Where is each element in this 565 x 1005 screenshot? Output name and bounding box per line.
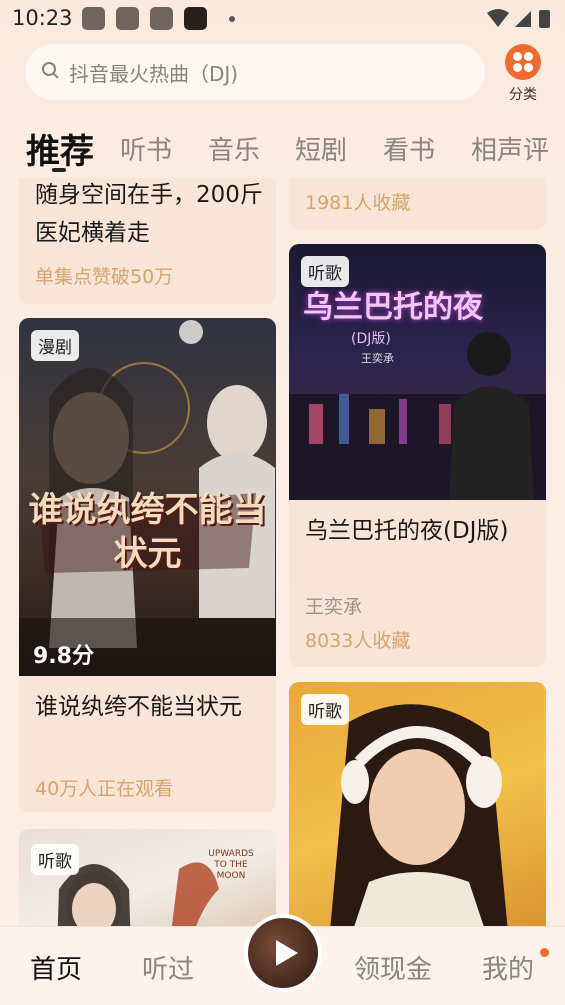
drama-poster: 谁说纨绔不能当状元 [19,318,276,676]
card-artist: 王奕承 [305,596,363,618]
card-meta: 1981人收藏 [305,192,411,214]
feed-card[interactable]: 谁说纨绔不能当状元 漫剧 9.8分 谁说纨绔不能当状元 40万人正在观看 [19,318,276,812]
grid-icon [505,44,541,80]
tab-recommend[interactable]: 推荐 [26,124,94,173]
category-label: 分类 [509,87,537,103]
feed-card[interactable]: 1981人收藏 [289,178,546,230]
notification-icon [116,7,139,30]
notification-icon [150,7,173,30]
tab-short-drama[interactable]: 短剧 [295,130,347,167]
nav-history[interactable]: 听过 [142,949,194,986]
notification-icon [184,7,207,30]
tab-books[interactable]: 看书 [383,130,435,167]
player-button[interactable] [244,914,322,992]
status-bar: 10:23 [0,0,565,38]
feed-card[interactable]: 听歌 [289,682,546,926]
tab-audiobook[interactable]: 听书 [120,130,172,167]
card-title: 随身空间在手，200斤医妃横着走 [35,182,263,246]
active-tab-indicator [52,168,66,172]
feed-card[interactable]: 乌兰巴托的夜 (DJ版) 王奕承 听歌 乌兰巴托的夜(DJ版) 王奕承 8033… [289,244,546,667]
card-meta: 40万人正在观看 [35,778,174,800]
content-feed[interactable]: 随身空间在手，200斤医妃横着走 单集点赞破50万 谁说纨绔不能当状元 漫剧 9… [0,178,565,926]
rating-score: 9.8分 [33,644,94,669]
album-sub-art: (DJ版) [351,331,391,347]
notification-dot [540,948,549,957]
tab-music[interactable]: 音乐 [208,130,260,167]
nav-mine[interactable]: 我的 [482,949,534,986]
tab-bar: 推荐 听书 音乐 短剧 看书 相声评 [0,120,565,176]
play-icon [276,940,298,966]
now-playing-disc [248,918,318,988]
album-artist-art: 王奕承 [361,352,394,365]
album-title-art: 乌兰巴托的夜 [303,290,483,325]
card-meta: 8033人收藏 [305,630,411,652]
search-bar[interactable]: 抖音最火热曲（DJ) [25,44,485,100]
search-icon [42,62,59,79]
signal-battery-icon [487,9,550,28]
nav-home[interactable]: 首页 [30,949,82,986]
more-notifications-icon [229,16,235,22]
nav-cash[interactable]: 领现金 [354,949,432,986]
card-title: 谁说纨绔不能当状元 [35,694,242,720]
notification-icon [82,7,105,30]
badge-song: 听歌 [301,694,349,725]
search-placeholder: 抖音最火热曲（DJ) [69,62,239,86]
drama-poster-text: 谁说纨绔不能当状元 [28,490,267,574]
card-title: 乌兰巴托的夜(DJ版) [305,518,509,544]
status-time: 10:23 [12,6,73,30]
badge-comic-drama: 漫剧 [31,330,79,361]
song-cover-text: UPWARDS TO THE MOON [208,849,254,881]
category-button[interactable]: 分类 [503,44,543,104]
card-meta: 单集点赞破50万 [35,266,174,288]
badge-song: 听歌 [301,256,349,287]
badge-song: 听歌 [31,844,79,875]
feed-card[interactable]: 随身空间在手，200斤医妃横着走 单集点赞破50万 [19,178,276,304]
tab-crosstalk[interactable]: 相声评 [471,130,549,167]
feed-card[interactable]: UPWARDS TO THE MOON 听歌 [19,829,276,926]
